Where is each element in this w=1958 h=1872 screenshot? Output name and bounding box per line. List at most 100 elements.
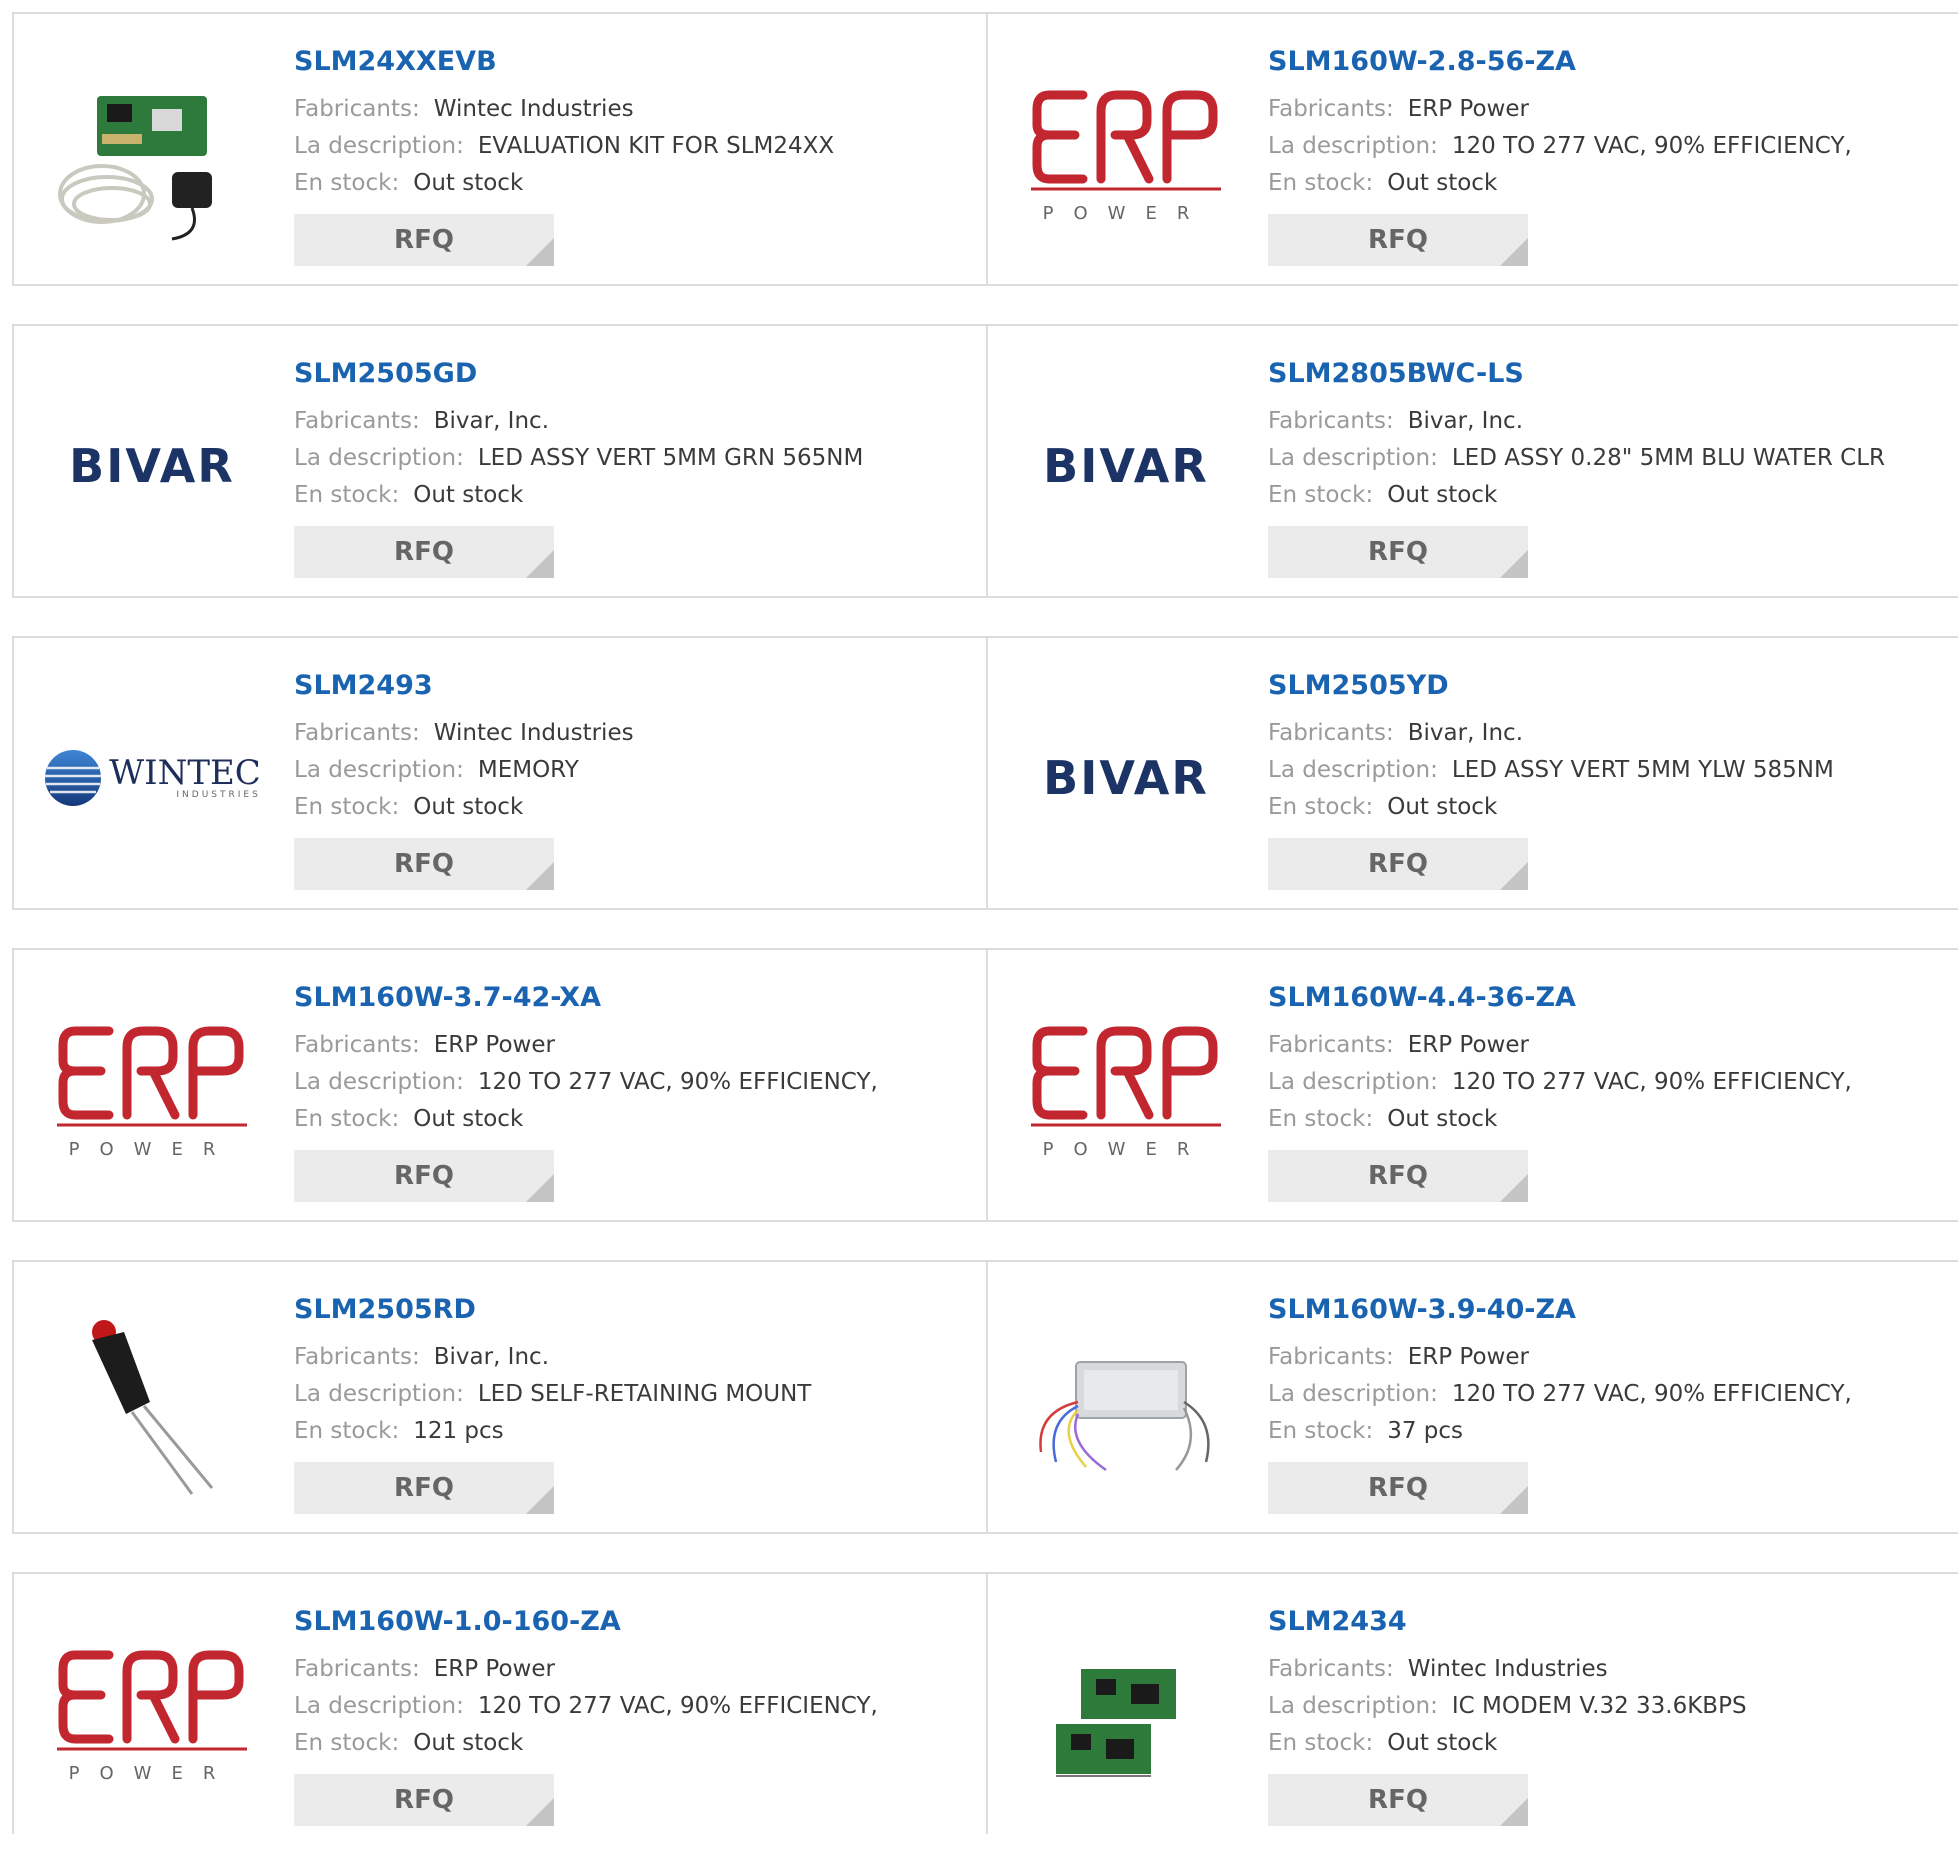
rfq-button[interactable]: RFQ [294,1774,554,1826]
product-row: SLM24XXEVB Fabricants: Wintec Industries La… [12,12,1958,286]
manufacturer-value: ERP Power [433,1656,555,1682]
product-image[interactable]: POWER [1026,54,1226,254]
manufacturer-value: Bivar, Inc. [1407,408,1524,434]
manufacturer-line: Fabricants: ERP Power [1268,91,1852,128]
description-label: La description: [1268,133,1438,159]
product-image[interactable]: BIVAR [52,366,252,566]
erp-logo: POWER [1031,85,1221,224]
stock-line: En stock: 121 pcs [294,1413,811,1450]
rfq-button[interactable]: RFQ [1268,526,1528,578]
manufacturer-line: Fabricants: Wintec Industries [294,715,634,752]
product-image[interactable]: BIVAR [1026,678,1226,878]
product-row: BIVAR SLM2505GD Fabricants: Bivar, Inc. La d… [12,324,1958,598]
rfq-button[interactable]: RFQ [294,838,554,890]
rfq-label: RFQ [1368,225,1428,255]
stock-label: En stock: [1268,170,1374,196]
stock-label: En stock: [294,1730,400,1756]
rfq-button[interactable]: RFQ [1268,1462,1528,1514]
stock-line: En stock: Out stock [1268,1101,1852,1138]
description-line: La description: LED ASSY 0.28" 5MM BLU WA… [1268,440,1885,477]
manufacturer-line: Fabricants: Wintec Industries [1268,1651,1747,1688]
stock-line: En stock: 37 pcs [1268,1413,1852,1450]
product-info: SLM2505YD Fabricants: Bivar, Inc. La descri… [1268,670,1834,890]
product-card: POWER SLM160W-1.0-160-ZA Fabricants: ERP Po… [14,1574,986,1834]
stock-line: En stock: Out stock [1268,477,1885,514]
part-number-link[interactable]: SLM160W-4.4-36-ZA [1268,982,1852,1013]
description-value: IC MODEM V.32 33.6KBPS [1451,1693,1747,1719]
stock-label: En stock: [294,482,400,508]
corner-fold-icon [526,1798,554,1826]
erp-sub-label: POWER [1042,202,1210,224]
part-number-link[interactable]: SLM24XXEVB [294,46,834,77]
description-line: La description: LED SELF-RETAINING MOUNT [294,1376,811,1413]
stock-label: En stock: [1268,794,1374,820]
part-number-link[interactable]: SLM2505RD [294,1294,811,1325]
product-grid: SLM24XXEVB Fabricants: Wintec Industries La… [12,12,1958,1872]
part-number-link[interactable]: SLM2434 [1268,1606,1747,1637]
rfq-button[interactable]: RFQ [294,526,554,578]
rfq-button[interactable]: RFQ [294,1462,554,1514]
product-card: BIVAR SLM2505YD Fabricants: Bivar, Inc. La d… [986,638,1958,908]
erp-logo-mark [1031,1026,1221,1126]
rfq-label: RFQ [1368,849,1428,879]
product-image[interactable] [1026,1302,1226,1502]
part-number-link[interactable]: SLM160W-2.8-56-ZA [1268,46,1852,77]
part-number-link[interactable]: SLM160W-3.9-40-ZA [1268,1294,1852,1325]
stock-value: 121 pcs [413,1418,504,1444]
erp-logo-mark [57,1026,247,1126]
stock-line: En stock: Out stock [294,477,863,514]
eval-kit-photo [58,96,212,241]
rfq-button[interactable]: RFQ [1268,214,1528,266]
description-label: La description: [1268,1069,1438,1095]
product-row: POWER SLM160W-1.0-160-ZA Fabricants: ERP Po… [12,1572,1958,1834]
product-image[interactable]: BIVAR [1026,366,1226,566]
wintec-logo: WINTEC INDUSTRIES [43,748,261,808]
manufacturer-label: Fabricants: [1268,1344,1394,1370]
part-number-link[interactable]: SLM2505GD [294,358,863,389]
power-supply-photo [1039,1361,1210,1472]
stock-value: Out stock [1387,1730,1498,1756]
stock-value: Out stock [1387,794,1498,820]
stock-line: En stock: Out stock [1268,789,1834,826]
rfq-button[interactable]: RFQ [1268,1774,1528,1826]
description-value: 120 TO 277 VAC, 90% EFFICIENCY, [1451,133,1852,159]
description-line: La description: LED ASSY VERT 5MM YLW 585… [1268,752,1834,789]
product-image[interactable]: POWER [52,990,252,1190]
part-number-link[interactable]: SLM160W-3.7-42-XA [294,982,878,1013]
product-image[interactable]: POWER [52,1614,252,1814]
product-image[interactable] [1026,1614,1226,1814]
globe-icon [45,750,102,806]
product-card: WINTEC INDUSTRIES SLM2493 Fabricants: Wintec… [14,638,986,908]
rfq-button[interactable]: RFQ [294,1150,554,1202]
description-value: LED ASSY VERT 5MM YLW 585NM [1451,757,1834,783]
part-number-link[interactable]: SLM160W-1.0-160-ZA [294,1606,878,1637]
product-image[interactable] [52,54,252,254]
manufacturer-label: Fabricants: [294,1344,420,1370]
rfq-label: RFQ [394,1161,454,1191]
manufacturer-label: Fabricants: [294,720,420,746]
bivar-logo: BIVAR [1043,751,1209,805]
rfq-label: RFQ [1368,1161,1428,1191]
part-number-link[interactable]: SLM2805BWC-LS [1268,358,1885,389]
erp-logo: POWER [57,1645,247,1784]
manufacturer-label: Fabricants: [1268,1032,1394,1058]
product-image[interactable]: WINTEC INDUSTRIES [45,678,261,878]
manufacturer-line: Fabricants: ERP Power [1268,1339,1852,1376]
description-value: LED SELF-RETAINING MOUNT [477,1381,812,1407]
description-label: La description: [294,133,464,159]
rfq-button[interactable]: RFQ [1268,1150,1528,1202]
corner-fold-icon [526,550,554,578]
rfq-button[interactable]: RFQ [294,214,554,266]
product-card: POWER SLM160W-2.8-56-ZA Fabricants: ERP Pow… [986,14,1958,284]
stock-value: Out stock [1387,482,1498,508]
manufacturer-line: Fabricants: ERP Power [294,1027,878,1064]
stock-value: Out stock [1387,170,1498,196]
description-line: La description: 120 TO 277 VAC, 90% EFFIC… [1268,1064,1852,1101]
product-image[interactable] [52,1302,252,1502]
rfq-label: RFQ [1368,1473,1428,1503]
rfq-label: RFQ [394,1473,454,1503]
part-number-link[interactable]: SLM2493 [294,670,634,701]
rfq-button[interactable]: RFQ [1268,838,1528,890]
part-number-link[interactable]: SLM2505YD [1268,670,1834,701]
product-image[interactable]: POWER [1026,990,1226,1190]
